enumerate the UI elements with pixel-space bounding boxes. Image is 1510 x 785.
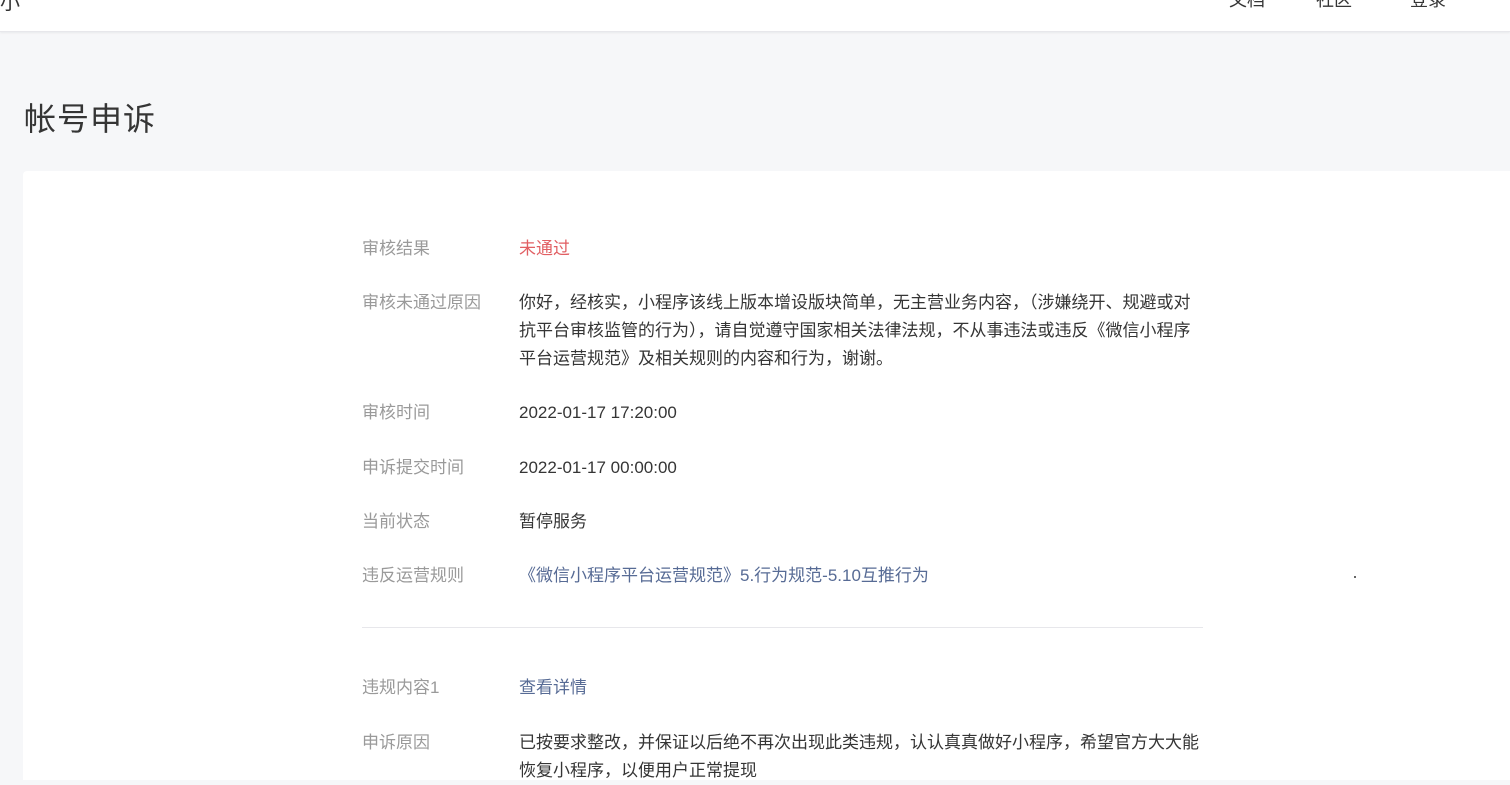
nav-item-community[interactable]: 社区	[1316, 0, 1352, 12]
review-time-value: 2022-01-17 17:20:00	[519, 403, 677, 422]
appeal-reason-value: 已按要求整改，并保证以后绝不再次出现此类违规，认认真真做好小程序，希望官方大大能…	[519, 733, 1199, 780]
review-result-label: 审核结果	[362, 239, 430, 258]
current-status-label: 当前状态	[362, 512, 430, 531]
nav-item-docs[interactable]: 文档	[1229, 0, 1265, 12]
page-title: 帐号申诉	[24, 101, 157, 137]
top-navigation-bar: 小 文档 社区 登录	[0, 0, 1510, 32]
section-divider	[362, 627, 1203, 628]
appeal-reason-label: 申诉原因	[362, 733, 430, 752]
review-time-label: 审核时间	[362, 403, 430, 422]
reject-reason-value: 你好，经核实，小程序该线上版本增设版块简单，无主营业务内容，（涉嫌绕开、规避或对…	[519, 293, 1191, 368]
violated-rule-label: 违反运营规则	[362, 566, 464, 585]
submit-time-value: 2022-01-17 00:00:00	[519, 458, 677, 477]
stray-dot	[1354, 576, 1356, 578]
logo[interactable]: 小	[0, 0, 20, 15]
appeal-detail-card: 审核结果 未通过 审核未通过原因 你好，经核实，小程序该线上版本增设版块简单，无…	[23, 171, 1510, 780]
current-status-value: 暂停服务	[519, 512, 587, 531]
nav-item-login[interactable]: 登录	[1410, 0, 1446, 12]
violated-rule-link[interactable]: 《微信小程序平台运营规范》5.行为规范-5.10互推行为	[519, 562, 1203, 590]
view-details-link[interactable]: 查看详情	[519, 674, 1203, 702]
submit-time-label: 申诉提交时间	[362, 458, 464, 477]
reject-reason-label: 审核未通过原因	[362, 293, 481, 312]
violation-content-label: 违规内容1	[362, 678, 440, 697]
review-result-value: 未通过	[519, 239, 570, 258]
